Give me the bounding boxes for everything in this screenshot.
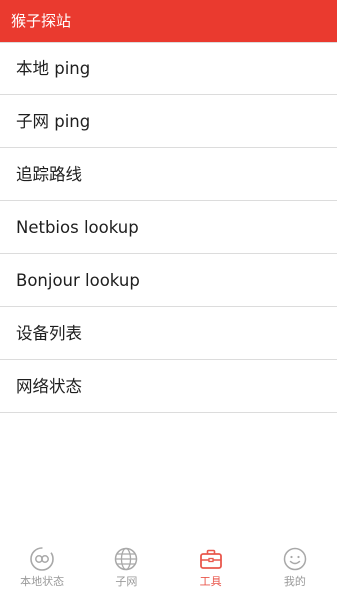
menu-item-device-list[interactable]: 设备列表 [0, 308, 337, 360]
tab-tools[interactable]: 工具 [176, 546, 246, 589]
local-status-icon [30, 547, 54, 571]
tool-menu-list: 本地 ping 子网 ping 追踪路线 Netbios lookup Bonj… [0, 42, 337, 413]
menu-item-local-ping[interactable]: 本地 ping [0, 43, 337, 95]
smiley-icon [283, 547, 307, 571]
app-header: 猴子探站 [0, 0, 337, 42]
bottom-tab-bar: 本地状态 子网 工具 我的 [0, 542, 337, 600]
tab-label: 我的 [283, 575, 306, 588]
globe-icon [115, 547, 138, 571]
menu-item-netbios-lookup[interactable]: Netbios lookup [0, 202, 337, 254]
menu-item-traceroute[interactable]: 追踪路线 [0, 149, 337, 201]
page-title: 猴子探站 [11, 12, 72, 30]
tab-mine[interactable]: 我的 [260, 546, 330, 589]
tab-label: 工具 [199, 575, 222, 588]
app-screen: 猴子探站 本地 ping 子网 ping 追踪路线 Netbios lookup… [0, 0, 337, 600]
tab-subnet[interactable]: 子网 [91, 546, 161, 589]
tab-label: 子网 [115, 575, 138, 588]
menu-item-subnet-ping[interactable]: 子网 ping [0, 96, 337, 148]
tab-label: 本地状态 [20, 575, 65, 588]
menu-item-bonjour-lookup[interactable]: Bonjour lookup [0, 255, 337, 307]
menu-item-network-status[interactable]: 网络状态 [0, 361, 337, 413]
toolbox-icon [199, 549, 222, 569]
tab-local-status[interactable]: 本地状态 [7, 546, 77, 589]
